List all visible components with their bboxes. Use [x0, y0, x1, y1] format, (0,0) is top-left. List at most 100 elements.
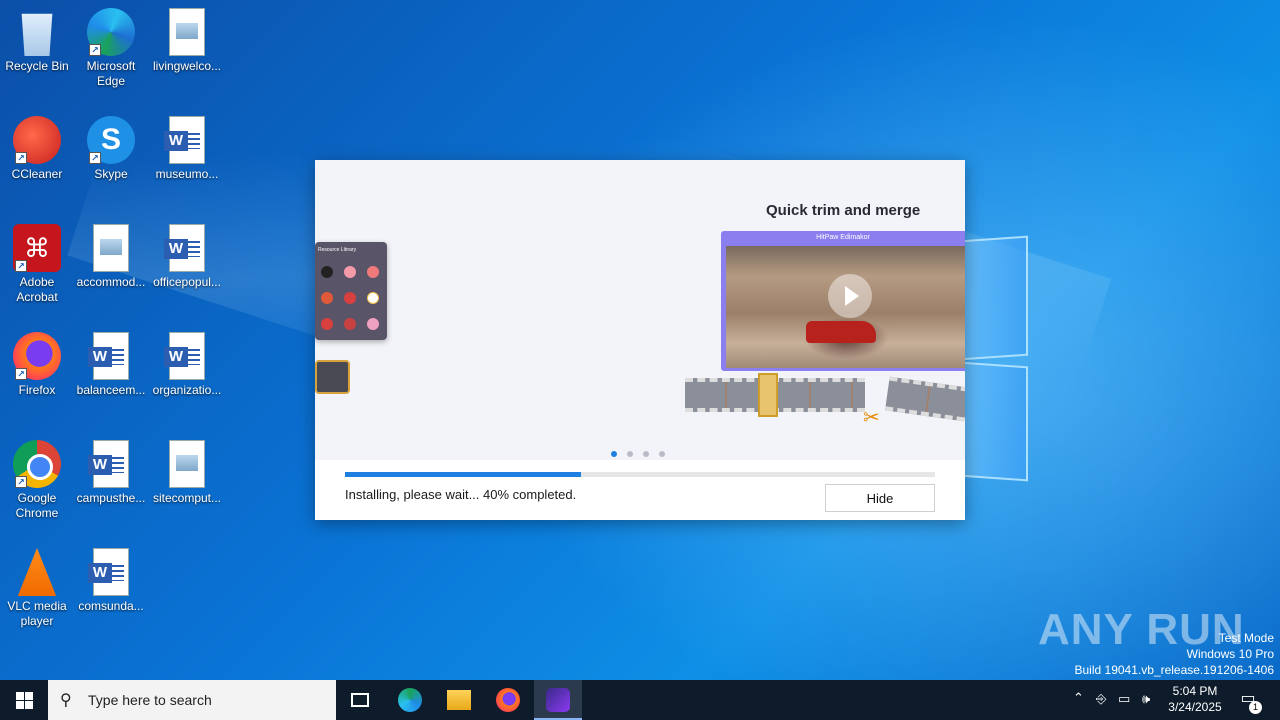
desktop-icon-label: VLC media player [7, 599, 67, 628]
build-label: Build 19041.vb_release.191206-1406 [1074, 663, 1275, 677]
desktop-icon-label: campusthe... [76, 491, 146, 505]
chrome-icon: ↗ [13, 440, 61, 488]
desktop-icon-microsoft-edge[interactable]: ↗ Microsoft Edge [73, 8, 149, 89]
taskbar-edimakor[interactable] [534, 680, 582, 720]
desktop-icon-label: Skype [94, 167, 128, 181]
desktop-icon-campusthe[interactable]: W campusthe... [73, 440, 149, 506]
hand-icon [367, 292, 379, 304]
sticker-icon [321, 292, 333, 304]
task-view-icon [351, 693, 369, 707]
image-file-icon [93, 224, 129, 272]
resource-library-panel: Resource Library [315, 242, 387, 340]
shortcut-arrow-icon: ↗ [15, 152, 27, 164]
desktop-icon-officepopul[interactable]: W officepopul... [149, 224, 225, 290]
desktop-icon-label: Firefox [18, 383, 56, 397]
edge-icon [398, 688, 422, 712]
carousel-dot[interactable] [643, 451, 649, 457]
slide-title: Quick trim and merge [766, 202, 921, 219]
desktop-icon-label: Google Chrome [15, 491, 59, 520]
installer-window: Quick trim and merge Resource Library Hi… [315, 160, 965, 520]
notification-center-icon[interactable]: ▭ 1 [1236, 688, 1262, 714]
search-placeholder: Type here to search [88, 692, 212, 708]
shortcut-arrow-icon: ↗ [15, 260, 27, 272]
car-image [806, 321, 876, 343]
desktop-icon-comsunda[interactable]: W comsunda... [73, 548, 149, 614]
video-preview [726, 246, 965, 368]
edge-icon: ↗ [87, 8, 135, 56]
taskbar-edge[interactable] [386, 680, 434, 720]
word-doc-icon: W [164, 116, 205, 164]
windows-logo-wallpaper [960, 235, 1030, 483]
editor-preview: HitPaw Edimakor [721, 231, 965, 371]
shortcut-arrow-icon: ↗ [89, 44, 101, 56]
scissors-icon: ✂ [863, 407, 880, 429]
firefox-icon [496, 688, 520, 712]
volume-icon[interactable]: 🕪 [1140, 680, 1160, 720]
desktop-icon-label: comsunda... [78, 599, 144, 613]
desktop-icon-label: organizatio... [152, 383, 222, 397]
desktop-icon-museumo[interactable]: W museumo... [149, 116, 225, 182]
image-file-icon [169, 440, 205, 488]
notification-badge: 1 [1249, 701, 1262, 714]
arrow-icon [344, 292, 356, 304]
image-file-icon [169, 8, 205, 56]
trim-handle [758, 373, 778, 417]
desktop-icon-sitecomput[interactable]: sitecomput... [149, 440, 225, 506]
desktop-icon-label: accommod... [76, 275, 146, 289]
clock[interactable]: 5:04 PM 3/24/2025 [1160, 683, 1230, 715]
desktop-icon-livingwelco[interactable]: livingwelco... [149, 8, 225, 74]
network-icon[interactable]: ▭ [1116, 680, 1136, 720]
desktop-icon-organizatio[interactable]: W organizatio... [149, 332, 225, 398]
tray-usb-icon[interactable]: ⎆ [1094, 680, 1112, 720]
resource-library-title: Resource Library [318, 247, 357, 253]
task-view-button[interactable] [336, 680, 384, 720]
progress-bar [345, 472, 935, 477]
acrobat-icon: ⌘ ↗ [13, 224, 61, 272]
test-mode-label: Test Mode [1218, 631, 1274, 645]
progress-fill [345, 472, 581, 477]
ring-icon [367, 318, 379, 330]
filmstrip-cut [885, 376, 965, 422]
desktop-icon-balanceem[interactable]: W balanceem... [73, 332, 149, 398]
media-thumbnail [315, 360, 350, 394]
taskbar: ⚲ Type here to search ⌃ ⎆ ▭ 🕪 5:04 PM 3/… [0, 680, 1280, 720]
desktop-icon-accommod[interactable]: accommod... [73, 224, 149, 290]
sticker-icon [321, 318, 333, 330]
taskbar-firefox[interactable] [484, 680, 532, 720]
sticker-icon [344, 318, 356, 330]
shortcut-arrow-icon: ↗ [15, 368, 27, 380]
desktop-icon-vlc[interactable]: VLC media player [0, 548, 75, 629]
carousel-dot[interactable] [659, 451, 665, 457]
word-doc-icon: W [164, 224, 205, 272]
desktop-icon-label: balanceem... [76, 383, 146, 397]
desktop-icon-label: sitecomput... [152, 491, 222, 505]
status-text: Installing, please wait... 40% completed… [345, 487, 577, 502]
desktop-icon-label: museumo... [155, 167, 219, 181]
desktop-icon-ccleaner[interactable]: ↗ CCleaner [0, 116, 75, 182]
logo-pane-bottom [960, 361, 1028, 482]
word-doc-icon: W [88, 548, 129, 596]
editor-header: HitPaw Edimakor [816, 234, 870, 241]
heart-icon [344, 266, 356, 278]
desktop-icon-recycle-bin[interactable]: Recycle Bin [0, 8, 75, 74]
desktop-icon-google-chrome[interactable]: ↗ Google Chrome [0, 440, 75, 521]
desktop-icon-firefox[interactable]: ↗ Firefox [0, 332, 75, 398]
word-doc-icon: W [88, 440, 129, 488]
shortcut-arrow-icon: ↗ [89, 152, 101, 164]
taskbar-file-explorer[interactable] [435, 680, 483, 720]
desktop-icon-adobe-acrobat[interactable]: ⌘ ↗ Adobe Acrobat [0, 224, 75, 305]
desktop-icon-label: Adobe Acrobat [16, 275, 58, 304]
word-doc-icon: W [88, 332, 129, 380]
taskbar-search[interactable]: ⚲ Type here to search [48, 680, 336, 720]
start-button[interactable] [0, 680, 48, 720]
desktop-icon-label: Microsoft Edge [86, 59, 136, 88]
carousel-dot[interactable] [627, 451, 633, 457]
desktop-icon-skype[interactable]: S ↗ Skype [73, 116, 149, 182]
shortcut-arrow-icon: ↗ [15, 476, 27, 488]
desktop-icon-label: CCleaner [11, 167, 63, 181]
hide-button[interactable]: Hide [825, 484, 935, 512]
edition-label: Windows 10 Pro [1186, 647, 1274, 661]
carousel-dot[interactable] [611, 451, 617, 457]
edimakor-icon [546, 688, 570, 712]
tray-chevron-icon[interactable]: ⌃ [1070, 680, 1088, 720]
